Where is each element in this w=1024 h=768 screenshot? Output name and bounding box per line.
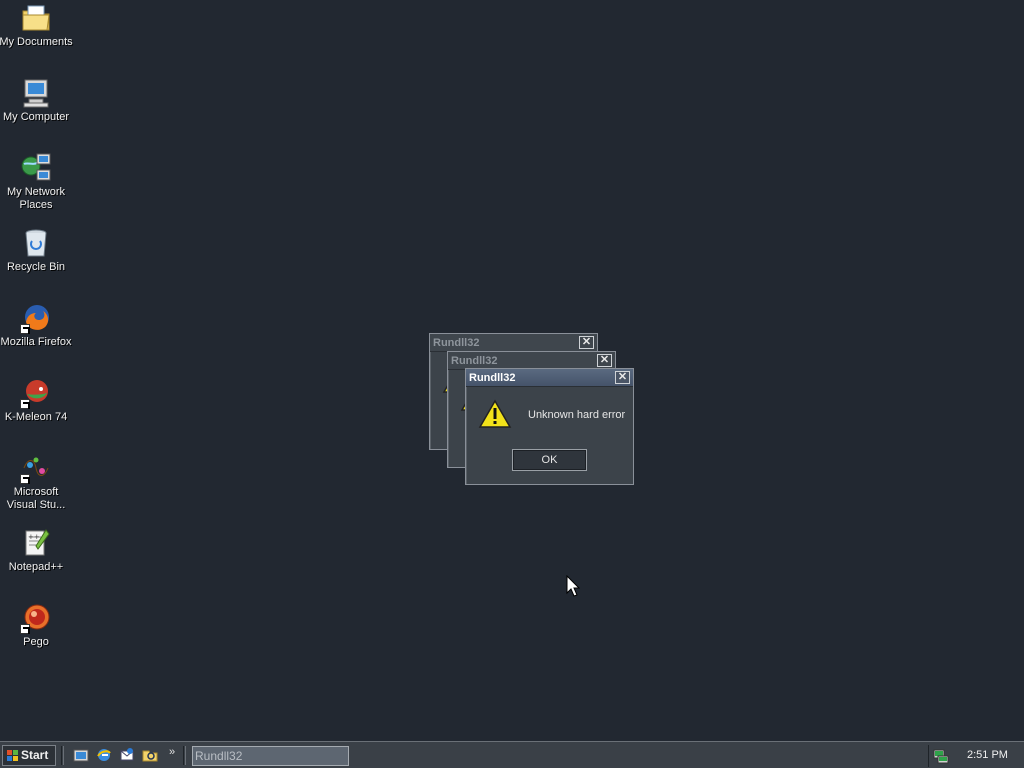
internet-explorer-icon[interactable]: [96, 747, 112, 763]
folder-documents-icon: [20, 2, 52, 34]
desktop-icon-label: My Computer: [2, 111, 70, 123]
error-message: Unknown hard error: [528, 409, 626, 421]
network-tray-icon[interactable]: [933, 748, 949, 764]
show-desktop-icon[interactable]: [73, 747, 89, 763]
desktop-icon-label: K-Meleon 74: [4, 411, 68, 423]
system-tray: 2:51 PM: [928, 745, 1022, 767]
taskbar-button-rundll32[interactable]: Rundll32: [192, 746, 349, 766]
firefox-icon: [20, 302, 52, 334]
network-places-icon: [20, 152, 52, 184]
desktop-icon-label: Mozilla Firefox: [0, 336, 72, 348]
visual-studio-icon: [20, 452, 52, 484]
close-icon[interactable]: ✕: [597, 354, 612, 367]
desktop-icon-label: Microsoft Visual Stu...: [6, 486, 66, 511]
close-icon[interactable]: ✕: [579, 336, 594, 349]
desktop-icon-mozilla-firefox[interactable]: Mozilla Firefox: [0, 302, 74, 349]
desktop-icon-label: My Network Places: [6, 186, 66, 211]
shortcut-arrow-icon: [20, 474, 30, 484]
error-dialog-front[interactable]: Rundll32 ✕ Unknown hard error OK: [465, 368, 634, 485]
dialog-titlebar[interactable]: Rundll32 ✕: [430, 334, 597, 352]
dialog-title: Rundll32: [451, 355, 498, 367]
desktop-icon-visual-studio[interactable]: Microsoft Visual Stu...: [0, 452, 74, 512]
dialog-title: Rundll32: [433, 337, 480, 349]
k-meleon-icon: [20, 377, 52, 409]
shortcut-arrow-icon: [20, 624, 30, 634]
ok-button[interactable]: OK: [512, 449, 587, 471]
desktop-icon-pego[interactable]: Pego: [0, 602, 74, 649]
computer-icon: [20, 77, 52, 109]
quick-launch-chevron-icon[interactable]: »: [169, 746, 175, 758]
desktop-icon-label: My Documents: [0, 36, 73, 48]
start-button[interactable]: Start: [2, 745, 56, 766]
taskbar-separator: [61, 746, 64, 765]
explorer-search-icon[interactable]: [142, 747, 158, 763]
pego-icon: [20, 602, 52, 634]
clock[interactable]: 2:51 PM: [967, 749, 1008, 761]
shortcut-arrow-icon: [20, 399, 30, 409]
svg-text:++: ++: [28, 533, 40, 541]
desktop-icon-k-meleon[interactable]: K-Meleon 74: [0, 377, 74, 424]
warning-icon: [478, 399, 512, 429]
recycle-bin-icon: [20, 227, 52, 259]
desktop-icon-recycle-bin[interactable]: Recycle Bin: [0, 227, 74, 274]
outlook-express-icon[interactable]: [119, 747, 135, 763]
windows-flag-icon: [7, 750, 18, 761]
desktop-icon-my-network-places[interactable]: My Network Places: [0, 152, 74, 212]
desktop-icon-label: Pego: [23, 636, 49, 648]
taskbar: Start » Rundll32 2:51 PM: [0, 741, 1024, 768]
dialog-title: Rundll32: [469, 372, 516, 384]
shortcut-arrow-icon: [20, 324, 30, 334]
dialog-titlebar[interactable]: Rundll32 ✕: [466, 369, 633, 387]
desktop-icon-label: Notepad++: [8, 561, 64, 573]
close-icon[interactable]: ✕: [615, 371, 630, 384]
notepadpp-icon: ++: [20, 527, 52, 559]
taskbar-separator: [183, 746, 186, 765]
desktop-icon-label: Recycle Bin: [6, 261, 66, 273]
desktop-icon-notepadpp[interactable]: ++ Notepad++: [0, 527, 74, 574]
start-label: Start: [21, 748, 49, 762]
desktop-icon-my-computer[interactable]: My Computer: [0, 77, 74, 124]
desktop-icon-my-documents[interactable]: My Documents: [0, 2, 74, 49]
mouse-cursor-icon: [566, 574, 581, 597]
